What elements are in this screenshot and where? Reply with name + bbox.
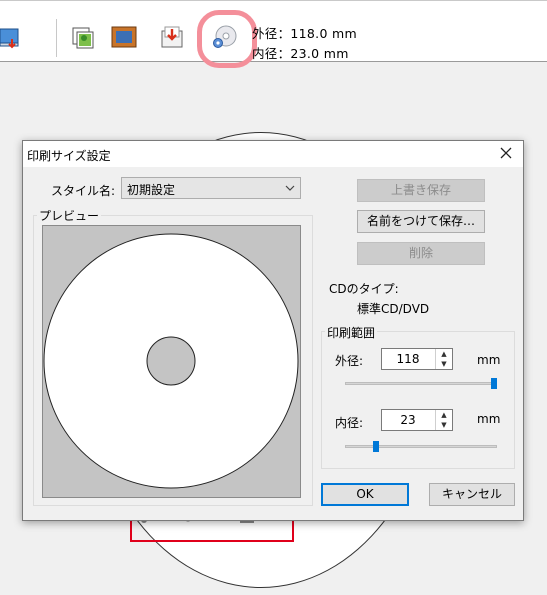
inner-value: 23	[400, 413, 416, 427]
export-image-icon[interactable]	[0, 23, 22, 51]
delete-button[interactable]: 削除	[357, 242, 485, 265]
toolbar: 外径：118.0 mm 内径：23.0 mm	[0, 0, 547, 68]
chevron-down-icon	[284, 182, 296, 197]
close-icon[interactable]	[497, 144, 515, 162]
save-as-button[interactable]: 名前をつけて保存…	[357, 210, 485, 233]
style-name-label: スタイル名:	[51, 184, 116, 198]
outer-label: 外径:	[335, 354, 364, 368]
inner-diameter-spinner[interactable]: 23 ▲ ▼	[381, 409, 453, 431]
ok-button[interactable]: OK	[321, 483, 409, 506]
cd-type-label: CDのタイプ:	[329, 282, 399, 296]
cd-type-value: 標準CD/DVD	[357, 302, 430, 316]
style-selected-value: 初期設定	[127, 183, 176, 197]
toolbar-separator	[56, 19, 57, 57]
frame-icon[interactable]	[110, 23, 138, 51]
highlight-annotation	[197, 10, 257, 68]
dialog-title: 印刷サイズ設定	[27, 149, 111, 163]
print-range-label: 印刷範囲	[325, 324, 378, 341]
cancel-button[interactable]: キャンセル	[429, 483, 515, 506]
inner-slider-thumb[interactable]	[372, 441, 379, 452]
inner-diameter-readout: 内径：23.0 mm	[252, 46, 349, 61]
preview-canvas	[42, 225, 301, 498]
style-select[interactable]: 初期設定	[121, 177, 301, 199]
outer-slider-thumb[interactable]	[491, 378, 497, 389]
outer-diameter-readout: 外径：118.0 mm	[252, 26, 357, 41]
dialog-titlebar: 印刷サイズ設定	[23, 141, 523, 167]
spinner-arrows[interactable]: ▲ ▼	[435, 349, 452, 369]
outer-value: 118	[396, 352, 420, 366]
inner-slider-track[interactable]	[345, 445, 497, 448]
preview-label: プレビュー	[37, 207, 102, 224]
import-image-icon[interactable]	[158, 23, 186, 51]
outer-slider-track[interactable]	[345, 382, 497, 385]
outer-diameter-spinner[interactable]: 118 ▲ ▼	[381, 348, 453, 370]
inner-label: 内径:	[335, 416, 364, 430]
image-library-icon[interactable]	[68, 23, 96, 51]
spinner-arrows[interactable]: ▲ ▼	[435, 410, 452, 430]
print-size-dialog: 印刷サイズ設定 スタイル名: 初期設定 プレビュー 上書き保存 名前をつけて保存…	[22, 140, 524, 521]
preview-inner-hole	[146, 336, 196, 386]
inner-unit: mm	[477, 412, 501, 426]
overwrite-save-button[interactable]: 上書き保存	[357, 179, 485, 202]
outer-unit: mm	[477, 353, 501, 367]
